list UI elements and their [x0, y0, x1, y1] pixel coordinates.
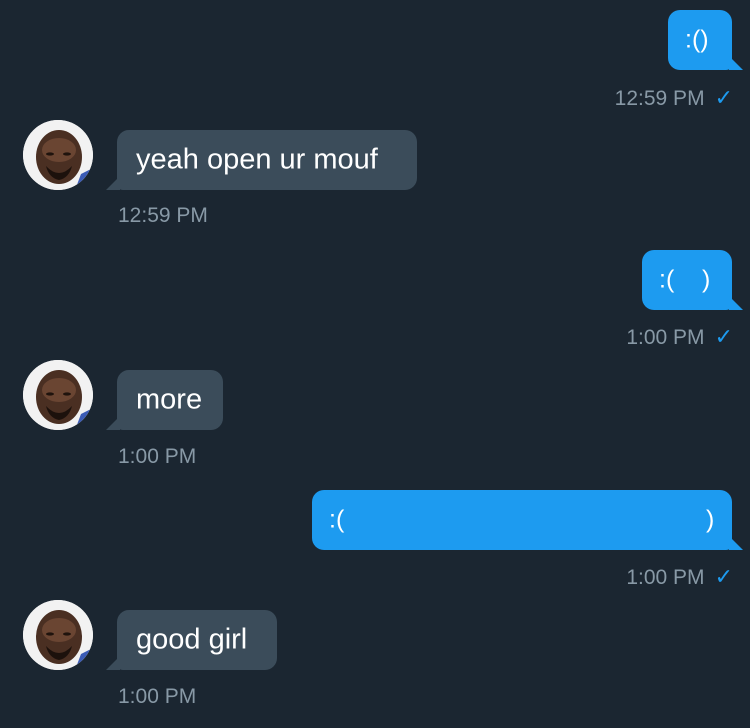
avatar-image — [23, 360, 93, 430]
message-text-right: ) — [706, 505, 715, 534]
avatar-image — [23, 120, 93, 190]
message-text-left: :( — [329, 505, 345, 534]
message-bubble-outgoing[interactable]: :( ) — [312, 490, 743, 550]
message-timestamp: 1:00 PM — [118, 685, 197, 708]
message-timestamp: 12:59 PM — [614, 86, 705, 110]
message-timestamp: 1:00 PM — [626, 325, 705, 349]
message-text: :() — [685, 25, 709, 54]
message-timestamp: 12:59 PM — [118, 204, 208, 227]
message-bubble-outgoing[interactable]: :() — [668, 10, 743, 70]
message-timestamp: 1:00 PM — [626, 565, 705, 589]
message-text: good girl — [136, 623, 248, 656]
avatar[interactable] — [23, 600, 93, 670]
message-bubble-outgoing[interactable]: :( ) — [642, 250, 743, 310]
avatar-image — [23, 600, 93, 670]
message-text: :( ) — [659, 265, 711, 294]
message-meta: 1:00 PM ✓ — [626, 566, 733, 588]
message-meta: 1:00 PM ✓ — [626, 326, 733, 348]
avatar[interactable] — [23, 360, 93, 430]
message-bubble-incoming[interactable]: yeah open ur mouf — [106, 130, 417, 190]
avatar[interactable] — [23, 120, 93, 190]
message-bubble-incoming[interactable]: more — [106, 370, 223, 430]
checkmark-icon: ✓ — [714, 564, 733, 589]
message-text: more — [136, 383, 203, 416]
message-text: yeah open ur mouf — [136, 143, 378, 176]
message-bubble-incoming[interactable]: good girl — [106, 610, 277, 670]
message-timestamp: 1:00 PM — [118, 445, 197, 468]
checkmark-icon: ✓ — [714, 324, 733, 349]
checkmark-icon: ✓ — [714, 85, 733, 110]
message-meta: 12:59 PM ✓ — [615, 87, 733, 109]
